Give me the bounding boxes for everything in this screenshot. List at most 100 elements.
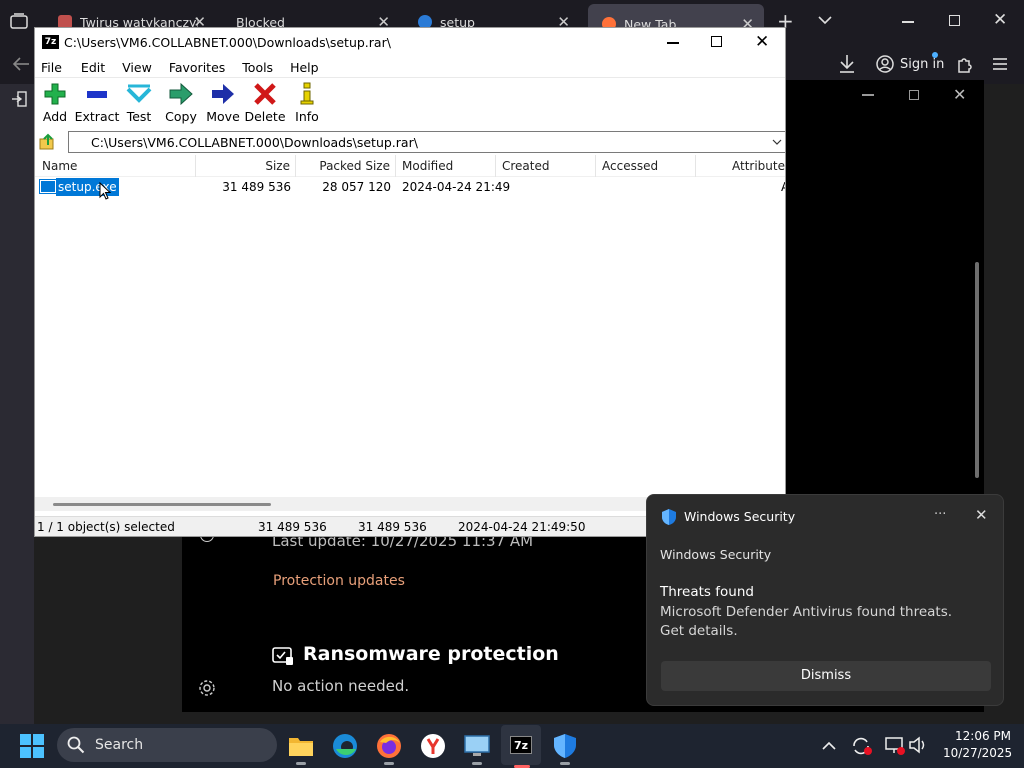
add-icon: [44, 83, 66, 105]
yandex-button[interactable]: [417, 730, 449, 762]
clock-time[interactable]: 12:06 PM: [955, 729, 1011, 743]
col-packed-size[interactable]: Packed Size: [296, 155, 396, 177]
shield-icon: [554, 734, 576, 758]
col-created-label: Created: [502, 159, 550, 173]
close-browser-icon[interactable]: ✕: [993, 10, 1007, 30]
file-list: [35, 155, 785, 497]
scrollbar-thumb[interactable]: [53, 503, 271, 506]
dismiss-button[interactable]: Dismiss: [661, 661, 991, 691]
info-button[interactable]: Info: [282, 78, 332, 128]
taskbar-search[interactable]: Search: [57, 728, 277, 762]
toast-more-icon[interactable]: ···: [934, 507, 946, 522]
menu-edit[interactable]: Edit: [67, 58, 110, 77]
file-attribute: A: [781, 180, 785, 194]
col-size[interactable]: Size: [196, 155, 296, 177]
windows-security-button[interactable]: [549, 730, 581, 765]
menu-tools[interactable]: Tools: [230, 58, 278, 77]
running-indicator: [472, 762, 482, 765]
minimize-browser-icon[interactable]: [902, 21, 914, 23]
monitor-icon: [464, 735, 490, 756]
toast-app-name: Windows Security: [684, 509, 796, 524]
copy-icon: [169, 82, 193, 106]
edge-icon: [333, 734, 357, 758]
sign-in-button[interactable]: Sign in: [868, 48, 946, 80]
settings-gear-icon[interactable]: [198, 679, 216, 700]
7zip-taskbar-icon: 7z: [510, 736, 532, 754]
sync-alert-icon[interactable]: [851, 736, 873, 759]
col-name[interactable]: Name: [35, 155, 196, 177]
add-label: Add: [42, 109, 68, 124]
delete-label: Delete: [244, 109, 286, 124]
col-modified[interactable]: Modified: [396, 155, 496, 177]
ransomware-status: No action needed.: [272, 677, 410, 695]
col-packed-label: Packed Size: [319, 159, 390, 173]
remote-desktop-button[interactable]: [461, 730, 493, 765]
network-icon[interactable]: [884, 736, 906, 759]
tab-overview-icon[interactable]: [10, 13, 28, 29]
windows-logo-icon: [20, 734, 44, 758]
close-zip-icon[interactable]: ✕: [755, 32, 769, 52]
col-attribute[interactable]: Attribute: [696, 155, 785, 177]
status-selected: 1 / 1 object(s) selected: [37, 520, 175, 534]
7zip-path-bar: C:\Users\VM6.COLLABNET.000\Downloads\set…: [35, 130, 785, 154]
col-modified-label: Modified: [402, 159, 454, 173]
extensions-icon[interactable]: [956, 54, 974, 77]
info-icon: [300, 82, 314, 105]
test-icon: [126, 84, 152, 103]
minimize-security-icon[interactable]: [862, 94, 874, 96]
maximize-browser-icon[interactable]: [949, 15, 960, 26]
maximize-security-icon[interactable]: [909, 90, 919, 100]
yandex-browser-icon: [421, 734, 445, 758]
chevron-down-icon[interactable]: [772, 138, 782, 146]
status-packed: 31 489 536: [358, 520, 427, 534]
7zip-taskbar-button[interactable]: 7z: [501, 725, 541, 768]
col-accessed-label: Accessed: [602, 159, 659, 173]
running-indicator: [384, 762, 394, 765]
menu-file[interactable]: File: [35, 58, 67, 77]
toast-title: Threats found: [660, 584, 754, 600]
col-accessed[interactable]: Accessed: [596, 155, 696, 177]
menu-favorites[interactable]: Favorites: [157, 58, 230, 77]
7zip-window: 7z C:\Users\VM6.COLLABNET.000\Downloads\…: [34, 27, 786, 537]
volume-icon[interactable]: [908, 736, 928, 757]
menu-hamburger-icon[interactable]: [992, 57, 1008, 74]
status-size: 31 489 536: [258, 520, 327, 534]
exe-file-icon: [40, 180, 56, 193]
ransomware-title: Ransomware protection: [303, 643, 559, 665]
sign-in-arrow-icon[interactable]: [11, 91, 27, 110]
back-icon[interactable]: [12, 56, 30, 75]
sign-in-label: Sign in: [900, 56, 945, 72]
file-explorer-button[interactable]: [285, 730, 317, 765]
list-all-tabs-icon[interactable]: [818, 14, 832, 28]
start-button[interactable]: [20, 734, 44, 761]
copy-label: Copy: [165, 109, 197, 124]
edge-button[interactable]: [329, 730, 361, 762]
parent-folder-icon[interactable]: [39, 133, 57, 154]
maximize-zip-icon[interactable]: [711, 36, 722, 47]
clock-date[interactable]: 10/27/2025: [943, 746, 1012, 760]
toast-close-icon[interactable]: ✕: [975, 506, 988, 524]
table-row[interactable]: setup.exe 31 489 536 28 057 120 2024-04-…: [35, 177, 785, 200]
show-hidden-icons-icon[interactable]: [822, 740, 836, 754]
sidebar-strip: [0, 84, 34, 724]
running-indicator: [296, 762, 306, 765]
security-toast[interactable]: Windows Security ··· ✕ Windows Security …: [646, 494, 1004, 706]
col-created[interactable]: Created: [496, 155, 596, 177]
protection-updates-link[interactable]: Protection updates: [273, 573, 405, 589]
firefox-button[interactable]: [373, 730, 405, 765]
menu-help[interactable]: Help: [278, 58, 324, 77]
info-label: Info: [295, 109, 319, 124]
close-security-icon[interactable]: ✕: [953, 85, 966, 104]
extract-icon: [87, 91, 107, 98]
path-field[interactable]: C:\Users\VM6.COLLABNET.000\Downloads\set…: [68, 131, 785, 153]
path-value: C:\Users\VM6.COLLABNET.000\Downloads\set…: [91, 135, 418, 150]
notification-dot-icon: [932, 52, 938, 58]
menu-view[interactable]: View: [110, 58, 157, 77]
shield-icon: [662, 509, 676, 525]
downloads-icon[interactable]: [838, 54, 856, 77]
account-icon: [876, 55, 894, 73]
file-list-header: Name Size Packed Size Modified Created A…: [35, 155, 785, 177]
7zip-menubar: File Edit View Favorites Tools Help: [35, 58, 785, 78]
minimize-zip-icon[interactable]: [667, 42, 679, 44]
security-scrollbar[interactable]: [975, 262, 979, 478]
